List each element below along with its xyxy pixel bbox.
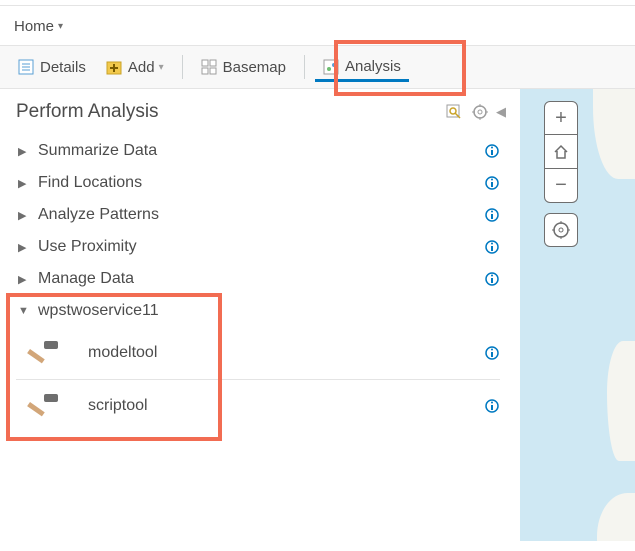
zoom-stack: + − [544,101,578,203]
basemap-icon [201,59,217,75]
info-icon[interactable] [484,345,500,361]
hammer-icon [26,392,62,420]
chevron-down-icon: ▼ [18,305,28,317]
chevron-right-icon: ▶ [18,209,28,222]
tool-modeltool[interactable]: modeltool [16,327,500,380]
gear-icon[interactable] [472,104,488,120]
toolbar-divider [182,55,183,79]
details-label: Details [40,59,86,76]
details-icon [18,59,34,75]
main-area: Perform Analysis ◀ ▶ Summarize Data [0,88,635,541]
category-label: Manage Data [38,270,134,288]
analysis-label: Analysis [345,58,401,75]
info-icon[interactable] [484,207,500,223]
info-icon[interactable] [484,175,500,191]
map-land [597,493,635,541]
category-wpstwoservice11[interactable]: ▼ wpstwoservice11 [16,295,500,327]
tool-label: modeltool [88,344,157,362]
chevron-right-icon: ▶ [18,145,28,158]
toolbar-divider [304,55,305,79]
zoom-out-button[interactable]: − [544,169,578,203]
info-icon[interactable] [484,239,500,255]
collapse-icon[interactable]: ◀ [496,104,506,120]
category-label: wpstwoservice11 [38,302,159,320]
chevron-right-icon: ▶ [18,241,28,254]
category-list: ▶ Summarize Data ▶ Find Locations ▶ [16,135,520,432]
nav-row: Home ▾ [0,6,635,45]
basemap-button[interactable]: Basemap [193,53,294,82]
tool-label: scriptool [88,397,148,415]
analysis-icon [323,59,339,75]
info-icon[interactable] [484,143,500,159]
add-button[interactable]: Add ▾ [98,53,172,82]
analysis-panel: Perform Analysis ◀ ▶ Summarize Data [0,89,520,541]
basemap-label: Basemap [223,59,286,76]
chevron-right-icon: ▶ [18,273,28,286]
zoom-in-button[interactable]: + [544,101,578,135]
add-label: Add [128,59,155,76]
map-canvas[interactable]: + − [520,89,635,541]
panel-header-icons: ◀ [446,104,506,120]
category-find-locations[interactable]: ▶ Find Locations [16,167,500,199]
info-icon[interactable] [484,271,500,287]
category-analyze-patterns[interactable]: ▶ Analyze Patterns [16,199,500,231]
category-use-proximity[interactable]: ▶ Use Proximity [16,231,500,263]
chevron-down-icon: ▾ [159,62,164,73]
map-controls: + − [544,101,578,247]
tool-scriptool[interactable]: scriptool [16,380,500,432]
category-label: Analyze Patterns [38,206,159,224]
home-label: Home [14,18,54,35]
home-dropdown[interactable]: Home ▾ [14,18,63,35]
details-button[interactable]: Details [10,53,94,82]
hammer-icon [26,339,62,367]
map-land [607,341,635,461]
category-label: Summarize Data [38,142,157,160]
panel-header: Perform Analysis ◀ [16,101,520,123]
map-land [593,89,635,179]
chevron-right-icon: ▶ [18,177,28,190]
add-icon [106,59,122,75]
locate-button[interactable] [544,213,578,247]
panel-title: Perform Analysis [16,101,159,123]
category-label: Use Proximity [38,238,137,256]
analysis-button[interactable]: Analysis [315,52,409,82]
info-icon[interactable] [484,398,500,414]
toolbar: Details Add ▾ Basemap Analysis [0,45,635,88]
home-extent-button[interactable] [544,135,578,169]
chevron-down-icon: ▾ [58,21,63,32]
category-manage-data[interactable]: ▶ Manage Data [16,263,500,295]
category-summarize-data[interactable]: ▶ Summarize Data [16,135,500,167]
search-tools-icon[interactable] [446,104,464,120]
category-label: Find Locations [38,174,142,192]
